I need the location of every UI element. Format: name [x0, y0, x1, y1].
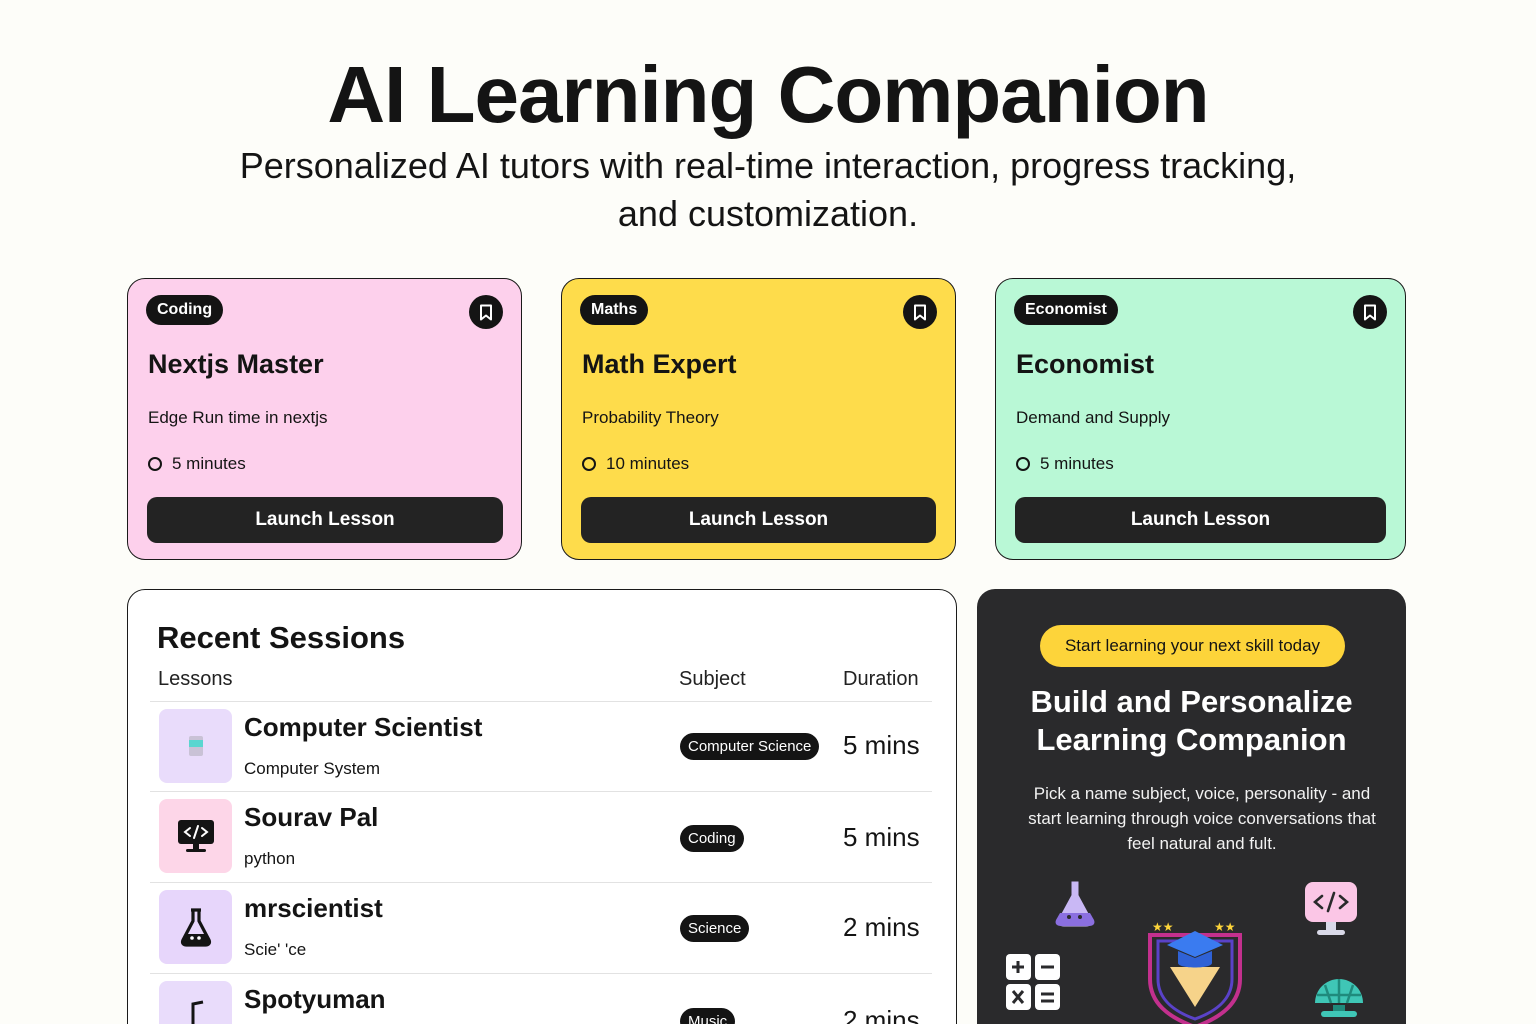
duration-text: 5 minutes — [1040, 454, 1114, 473]
companion-title: Math Expert — [582, 349, 737, 379]
promo-title-line-1: Build and Personalize — [1030, 684, 1353, 719]
launch-lesson-button[interactable]: Launch Lesson — [1015, 497, 1386, 543]
bookmark-button[interactable] — [469, 295, 503, 329]
companion-duration: 5 minutes — [1016, 454, 1114, 474]
device-icon — [188, 736, 203, 756]
companion-card-math: Maths Math Expert Probability Theory 10 … — [561, 278, 956, 560]
subject-badge: Coding — [680, 825, 744, 852]
hero-subtitle-line-1: Personalized AI tutors with real-time in… — [239, 145, 1297, 186]
companion-topic: Demand and Supply — [1016, 408, 1171, 427]
launch-lesson-button[interactable]: Launch Lesson — [581, 497, 936, 543]
column-header-lessons: Lessons — [158, 668, 233, 690]
session-thumbnail — [159, 890, 232, 964]
session-duration: 5 mins — [843, 822, 920, 852]
table-row[interactable]: Sourav Pal python Coding 5 mins — [150, 791, 932, 881]
hero-subtitle: Personalized AI tutors with real-time in… — [200, 142, 1336, 238]
duration-text: 5 minutes — [172, 454, 246, 473]
bookmark-icon — [914, 304, 926, 320]
subject-tag: Maths — [580, 295, 649, 325]
graduation-shield-illustration-icon: ★★ ★★ — [1148, 920, 1242, 1024]
globe-illustration-icon — [1315, 979, 1363, 1017]
session-thumbnail — [159, 981, 232, 1024]
session-duration: 2 mins — [843, 1005, 920, 1024]
session-duration: 2 mins — [843, 912, 920, 942]
promo-description: Pick a name subject, voice, personality … — [1007, 781, 1397, 856]
recent-sessions-panel: Recent Sessions Lessons Subject Duration… — [127, 589, 957, 1024]
build-companion-panel: Start learning your next skill today Bui… — [977, 589, 1406, 1024]
session-topic: Scie' 'ce — [244, 940, 307, 959]
column-header-subject: Subject — [679, 668, 746, 690]
table-row[interactable]: mrscientist Scie' 'ce Science 2 mins — [150, 882, 932, 972]
promo-title-line-2: Learning Companion — [1036, 722, 1347, 757]
cta-pill: Start learning your next skill today — [1040, 625, 1345, 667]
bookmark-button[interactable] — [1353, 295, 1387, 329]
subject-badge: Computer Science — [680, 733, 820, 760]
duration-text: 10 minutes — [606, 454, 690, 473]
flask-illustration-icon — [1055, 880, 1095, 928]
companion-title: Nextjs Master — [148, 349, 324, 379]
svg-text:★★: ★★ — [1214, 920, 1236, 934]
clock-icon — [582, 457, 596, 471]
flask-icon — [180, 908, 211, 947]
recent-sessions-title: Recent Sessions — [157, 620, 406, 655]
subject-badge: Music — [680, 1008, 736, 1024]
session-thumbnail — [159, 709, 232, 783]
code-monitor-icon — [177, 820, 214, 852]
bookmark-button[interactable] — [903, 295, 937, 329]
session-thumbnail — [159, 799, 232, 873]
session-topic: Computer System — [244, 759, 381, 778]
launch-lesson-button[interactable]: Launch Lesson — [147, 497, 503, 543]
promo-description-line-1: Pick a name subject, voice, personality … — [1033, 784, 1371, 803]
table-row[interactable]: Spotyuman Music 2 mins — [150, 973, 932, 1024]
session-duration: 5 mins — [843, 730, 920, 760]
companion-title: Economist — [1016, 349, 1155, 379]
companion-card-nextjs: Coding Nextjs Master Edge Run time in ne… — [127, 278, 522, 560]
subject-tag: Economist — [1014, 295, 1118, 325]
hero-title: AI Learning Companion — [327, 50, 1209, 139]
music-note-icon — [191, 1000, 203, 1024]
code-monitor-illustration-icon — [1305, 882, 1357, 935]
table-row[interactable]: Computer Scientist Computer System Compu… — [150, 701, 932, 791]
column-header-duration: Duration — [843, 668, 919, 690]
calculator-illustration-icon — [1006, 954, 1060, 1010]
bookmark-icon — [1364, 304, 1376, 320]
clock-icon — [148, 457, 162, 471]
hero-subtitle-line-2: and customization. — [617, 193, 919, 234]
companion-card-economist: Economist Economist Demand and Supply 5 … — [995, 278, 1406, 560]
promo-description-line-2: start learning through voice conversatio… — [1028, 809, 1376, 828]
session-topic: python — [244, 849, 296, 868]
session-name: Computer Scientist — [244, 712, 483, 742]
session-name: Spotyuman — [244, 984, 386, 1014]
bookmark-icon — [480, 304, 492, 320]
companion-duration: 10 minutes — [582, 454, 689, 474]
clock-icon — [1016, 457, 1030, 471]
session-name: mrscientist — [244, 893, 383, 923]
subject-badge: Science — [680, 915, 750, 942]
promo-description-line-3: feel natural and fult. — [1127, 834, 1277, 853]
svg-text:★★: ★★ — [1152, 920, 1174, 934]
companion-topic: Probability Theory — [582, 408, 719, 427]
subject-tag: Coding — [146, 295, 224, 325]
companion-topic: Edge Run time in nextjs — [148, 408, 328, 427]
promo-title: Build and Personalize Learning Companion — [977, 683, 1406, 759]
session-name: Sourav Pal — [244, 802, 379, 832]
companion-duration: 5 minutes — [148, 454, 246, 474]
